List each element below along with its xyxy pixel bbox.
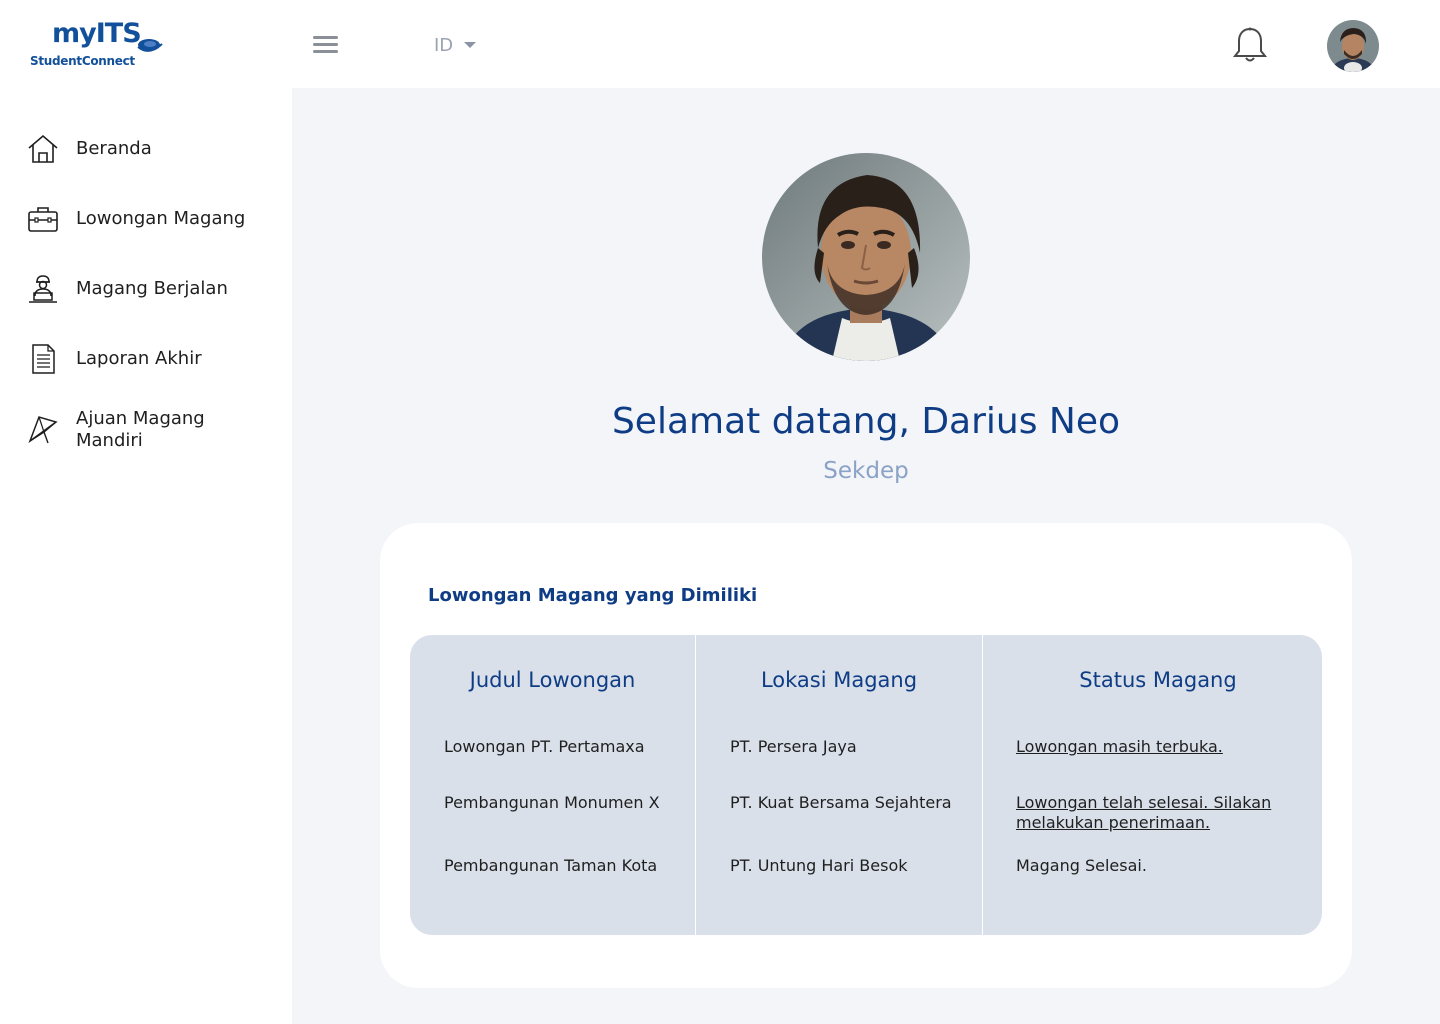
vacancies-table: Judul Lowongan Lokasi Magang Status Maga…	[410, 635, 1322, 935]
sidebar-item-label: Laporan Akhir	[76, 348, 202, 369]
column-header-lokasi: Lokasi Magang	[760, 668, 918, 692]
sidebar-item-laporan-akhir[interactable]: Laporan Akhir	[26, 342, 266, 376]
menu-toggle-icon[interactable]	[313, 34, 339, 54]
worker-laptop-icon	[29, 275, 57, 303]
language-selector[interactable]: ID	[434, 33, 477, 57]
profile-image	[762, 153, 970, 361]
sidebar-item-label: Lowongan Magang	[76, 208, 246, 229]
sidebar-item-beranda[interactable]: Beranda	[26, 132, 266, 166]
card-title: Lowongan Magang yang Dimiliki	[428, 585, 758, 606]
column-header-judul: Judul Lowongan	[469, 668, 636, 692]
sidebar-item-ajuan-magang-mandiri[interactable]: Ajuan Magang Mandiri	[26, 408, 266, 452]
status-link[interactable]: Lowongan masih terbuka.	[1016, 737, 1286, 757]
logo-main-text: myITS	[52, 18, 142, 49]
language-label: ID	[434, 34, 454, 56]
table-cell-title: Lowongan PT. Pertamaxa	[444, 737, 645, 756]
user-avatar[interactable]	[1327, 20, 1379, 72]
vacancies-card: Lowongan Magang yang Dimiliki Judul Lowo…	[380, 523, 1352, 988]
avatar-image	[1327, 20, 1379, 72]
sidebar-item-magang-berjalan[interactable]: Magang Berjalan	[26, 272, 266, 306]
graduation-cap-icon	[137, 39, 163, 52]
document-icon	[32, 344, 55, 374]
paper-plane-icon	[28, 416, 58, 444]
sidebar-item-label: Ajuan Magang Mandiri	[76, 408, 205, 451]
table-cell-location: PT. Kuat Bersama Sejahtera	[730, 793, 952, 812]
briefcase-icon	[28, 207, 58, 232]
sidebar-item-label: Magang Berjalan	[76, 278, 228, 299]
column-header-status: Status Magang	[1079, 668, 1237, 692]
table-cell-location: PT. Untung Hari Besok	[730, 856, 908, 875]
top-bar: myITS StudentConnect ID	[0, 0, 1440, 88]
logo-sub-text: StudentConnect	[30, 54, 135, 68]
welcome-heading: Selamat datang, Darius Neo	[611, 401, 1121, 442]
main-content: Selamat datang, Darius Neo Sekdep Lowong…	[292, 88, 1440, 1024]
table-cell-title: Pembangunan Taman Kota	[444, 856, 658, 875]
myits-logo[interactable]: myITS StudentConnect	[30, 18, 170, 74]
profile-photo	[762, 153, 970, 361]
user-role: Sekdep	[823, 458, 909, 484]
caret-down-icon	[464, 42, 477, 48]
sidebar-item-label: Beranda	[76, 138, 152, 159]
table-cell-title: Pembangunan Monumen X	[444, 793, 660, 812]
table-cell-status: Magang Selesai.	[1016, 856, 1147, 875]
sidebar-item-lowongan-magang[interactable]: Lowongan Magang	[26, 202, 266, 236]
table-cell-location: PT. Persera Jaya	[730, 737, 857, 756]
sidebar: Beranda Lowongan Magang Magang Berjalan	[0, 88, 292, 1024]
home-icon	[28, 134, 58, 163]
notification-bell-icon[interactable]	[1232, 26, 1268, 64]
status-link[interactable]: Lowongan telah selesai. Silakan melakuka…	[1016, 793, 1286, 833]
